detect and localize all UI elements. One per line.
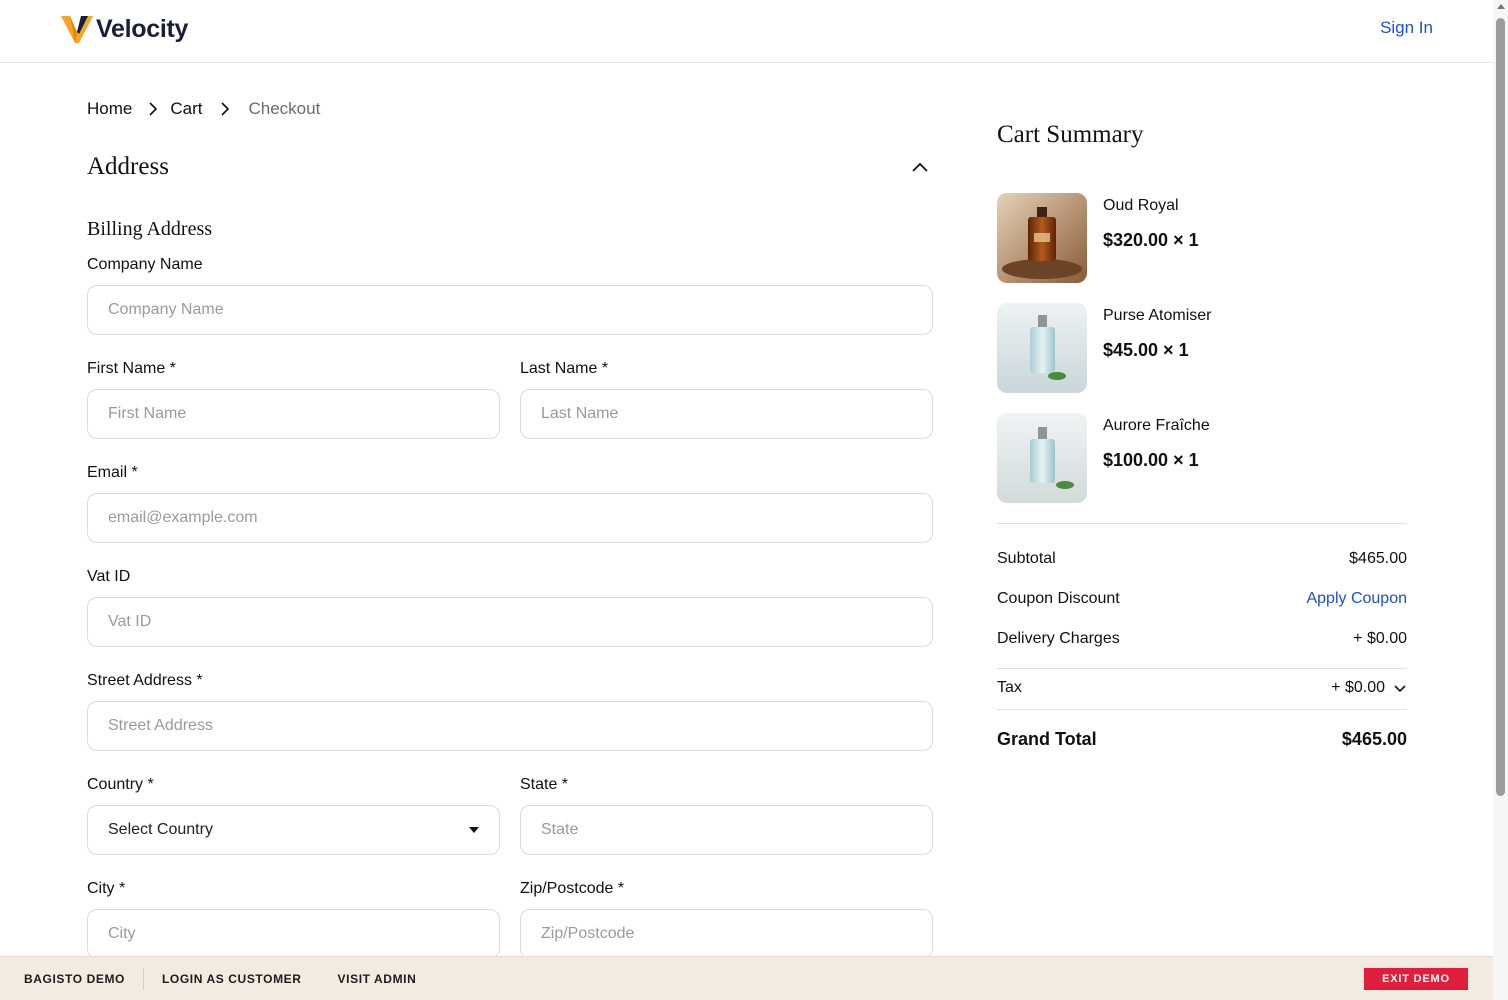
email-label: Email * — [87, 464, 138, 481]
product-image — [997, 303, 1087, 393]
company-name-input[interactable] — [87, 285, 933, 335]
breadcrumb-checkout: Checkout — [248, 99, 321, 118]
tax-row[interactable]: Tax + $0.00 — [997, 679, 1407, 697]
cart-summary-title: Cart Summary — [997, 121, 1144, 148]
product-image — [997, 413, 1087, 503]
grand-total-label: Grand Total — [997, 729, 1097, 749]
first-name-input[interactable] — [87, 389, 500, 439]
product-image — [997, 193, 1087, 283]
state-label: State * — [520, 776, 569, 793]
apply-coupon-link[interactable]: Apply Coupon — [1306, 590, 1407, 608]
billing-address-title: Billing Address — [87, 218, 213, 240]
breadcrumb-home[interactable]: Home — [87, 99, 132, 119]
breadcrumb: Home Cart Checkout — [87, 99, 320, 119]
cart-item-name: Purse Atomiser — [1103, 307, 1212, 324]
chevron-right-icon — [148, 102, 158, 116]
first-name-label: First Name * — [87, 360, 176, 377]
subtotal-value: $465.00 — [1349, 550, 1407, 567]
email-input[interactable] — [87, 493, 933, 543]
exit-demo-button[interactable]: EXIT DEMO — [1364, 968, 1468, 990]
sign-in-link[interactable]: Sign In — [1380, 18, 1433, 38]
grand-total-row: Grand Total $465.00 — [997, 729, 1407, 750]
tax-value: + $0.00 — [1331, 679, 1385, 696]
site-header: Velocity Sign In — [0, 0, 1493, 63]
login-as-customer-link[interactable]: LOGIN AS CUSTOMER — [144, 968, 320, 990]
vat-id-input[interactable] — [87, 597, 933, 647]
caret-down-icon — [469, 827, 479, 833]
city-label: City * — [87, 880, 126, 897]
country-select[interactable]: Select Country — [87, 805, 500, 855]
page-scrollbar[interactable] — [1493, 0, 1508, 1000]
cart-item-name: Oud Royal — [1103, 197, 1179, 214]
tax-label: Tax — [997, 679, 1022, 696]
tax-toggle[interactable]: + $0.00 — [1331, 679, 1407, 697]
street-address-input[interactable] — [87, 701, 933, 751]
company-name-label: Company Name — [87, 256, 203, 273]
state-input[interactable] — [520, 805, 933, 855]
city-input[interactable] — [87, 909, 500, 959]
demo-bar: BAGISTO DEMO LOGIN AS CUSTOMER VISIT ADM… — [0, 956, 1493, 1000]
scrollbar-thumb[interactable] — [1496, 18, 1505, 796]
chevron-down-icon — [1394, 684, 1406, 692]
brand-name: Velocity — [96, 14, 189, 43]
coupon-row: Coupon Discount Apply Coupon — [997, 590, 1407, 608]
street-address-label: Street Address * — [87, 672, 203, 689]
chevron-up-icon[interactable] — [911, 160, 929, 178]
cart-item-price: $45.00 × 1 — [1103, 340, 1189, 360]
zip-label: Zip/Postcode * — [520, 880, 625, 897]
vat-id-label: Vat ID — [87, 568, 131, 585]
country-selected-value: Select Country — [108, 821, 213, 838]
delivery-label: Delivery Charges — [997, 630, 1120, 647]
divider — [997, 709, 1407, 710]
logo[interactable]: Velocity — [61, 14, 188, 44]
subtotal-label: Subtotal — [997, 550, 1056, 567]
cart-item-name: Aurore Fraîche — [1103, 417, 1210, 434]
country-label: Country * — [87, 776, 154, 793]
divider — [997, 523, 1407, 524]
breadcrumb-cart[interactable]: Cart — [170, 99, 202, 119]
zip-input[interactable] — [520, 909, 933, 959]
address-section-title: Address — [87, 153, 169, 180]
scroll-up-arrow-icon[interactable] — [1497, 4, 1505, 9]
cart-item: Oud Royal $320.00 × 1 — [997, 193, 1407, 283]
cart-item-price: $100.00 × 1 — [1103, 450, 1199, 470]
delivery-row: Delivery Charges + $0.00 — [997, 630, 1407, 648]
cart-item: Aurore Fraîche $100.00 × 1 — [997, 413, 1407, 503]
last-name-label: Last Name * — [520, 360, 609, 377]
last-name-input[interactable] — [520, 389, 933, 439]
visit-admin-link[interactable]: VISIT ADMIN — [320, 968, 435, 990]
delivery-value: + $0.00 — [1353, 630, 1407, 647]
demo-brand: BAGISTO DEMO — [0, 967, 144, 990]
subtotal-row: Subtotal $465.00 — [997, 550, 1407, 568]
grand-total-value: $465.00 — [1341, 729, 1407, 749]
velocity-logo-icon — [61, 16, 93, 43]
cart-item-price: $320.00 × 1 — [1103, 230, 1199, 250]
coupon-label: Coupon Discount — [997, 590, 1120, 607]
divider — [997, 668, 1407, 669]
cart-item: Purse Atomiser $45.00 × 1 — [997, 303, 1407, 393]
chevron-right-icon — [220, 102, 230, 116]
